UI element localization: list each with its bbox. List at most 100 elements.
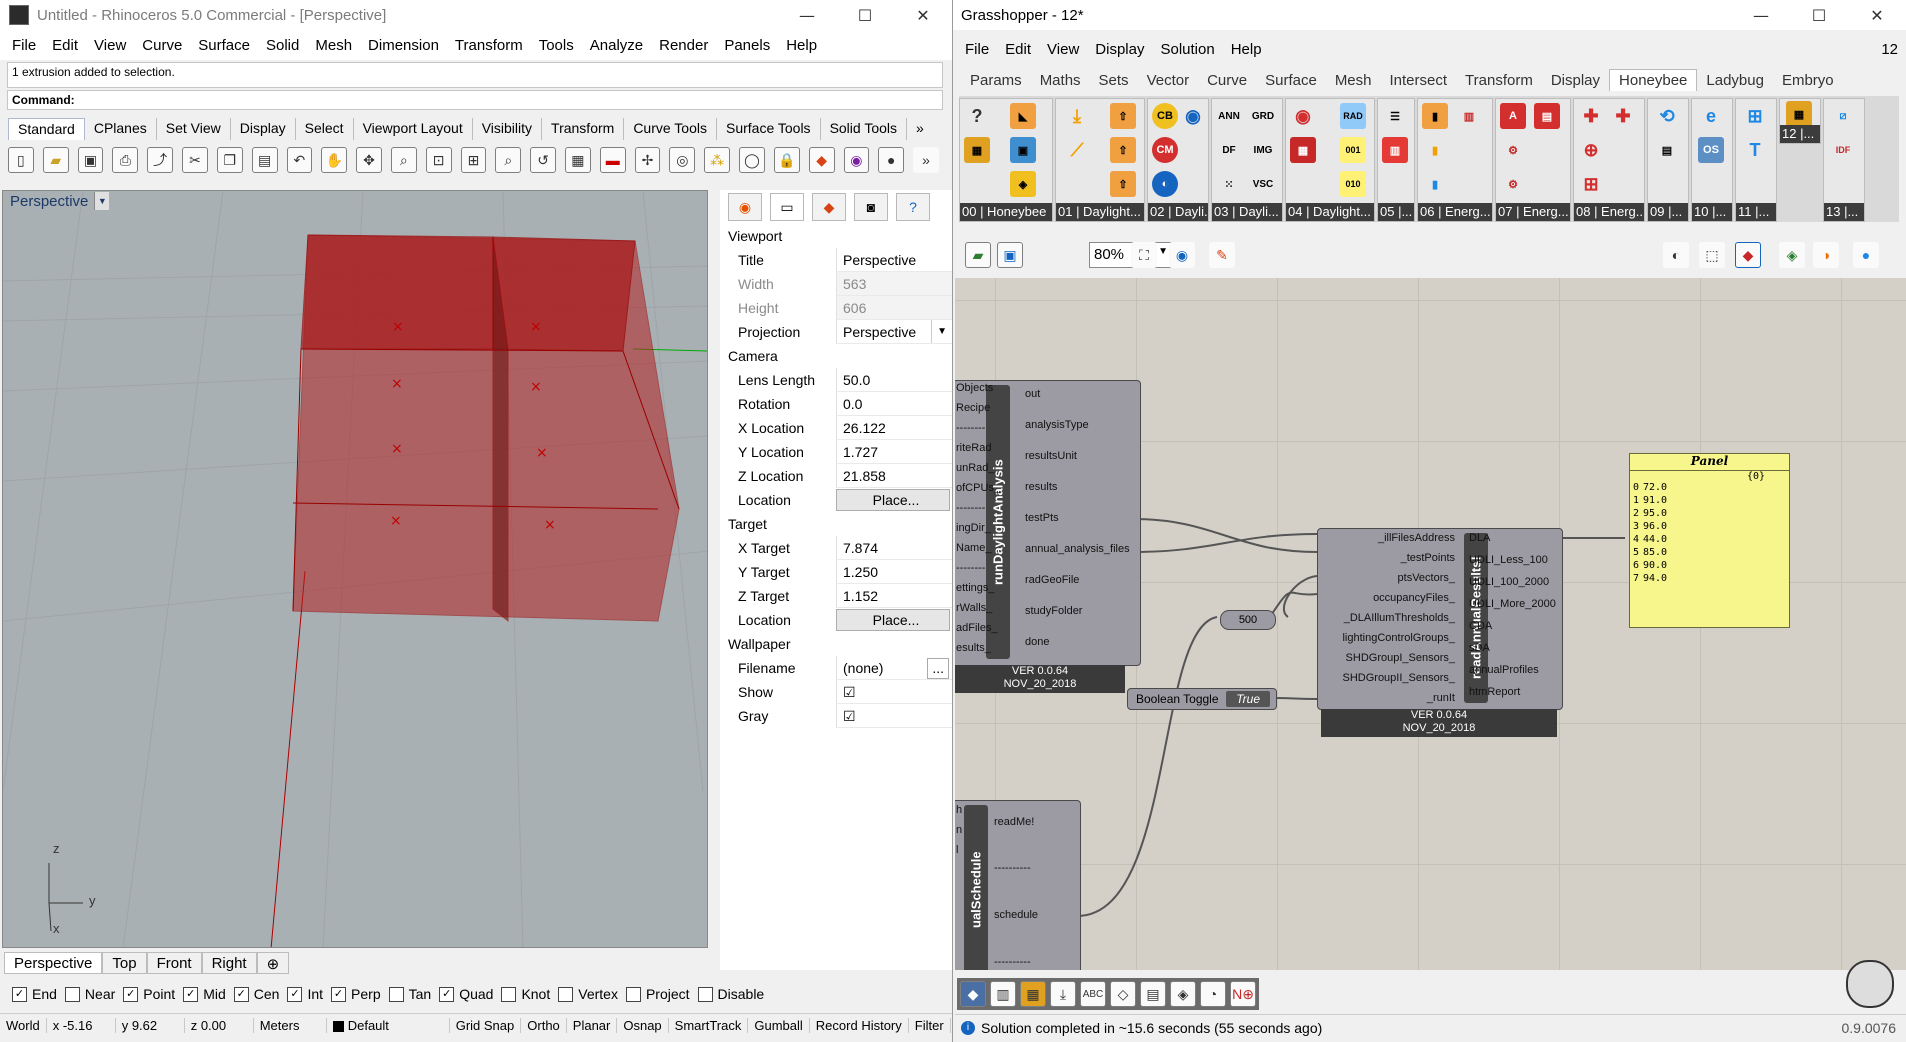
status-filter[interactable]: Filter: [909, 1017, 951, 1033]
group-00-honeybee[interactable]: ? ▦ ◣ ▣ ◈ 00 | Honeybee: [959, 98, 1053, 222]
checkbox-icon[interactable]: [625, 986, 641, 1002]
tab-visibility[interactable]: Visibility: [473, 118, 543, 140]
tab-perspective[interactable]: Perspective: [4, 952, 103, 974]
save-icon[interactable]: ▣: [77, 147, 104, 173]
camera-place-button[interactable]: Place...: [836, 489, 950, 511]
maximize-icon[interactable]: ☐: [1790, 0, 1848, 30]
group-13[interactable]: ⧄ IDF 13 |...: [1823, 98, 1865, 222]
osnap-disable[interactable]: Disable: [697, 986, 764, 1002]
zoom-selected-icon[interactable]: ⌕: [495, 147, 522, 173]
checkbox-icon[interactable]: [388, 986, 404, 1002]
osnap-quad[interactable]: ✓ Quad: [439, 986, 493, 1002]
tab-maths[interactable]: Maths: [1031, 70, 1090, 91]
menu-view[interactable]: View: [86, 37, 134, 54]
checkbox-icon[interactable]: [558, 986, 574, 1002]
plus-doc-icon[interactable]: ⊞: [1578, 171, 1604, 197]
group-03-daylight[interactable]: ANN GRD DF IMG ⁙ VSC 03 | Dayli...: [1211, 98, 1283, 222]
copy-icon[interactable]: ❐: [216, 147, 243, 173]
tab-top[interactable]: Top: [102, 952, 147, 974]
ann-icon[interactable]: ANN: [1216, 103, 1242, 129]
menu-curve[interactable]: Curve: [134, 37, 190, 54]
rotate-view-icon[interactable]: ✥: [356, 147, 382, 173]
group-05[interactable]: ☰ ▥ 05 |...: [1377, 98, 1415, 222]
tab-curve[interactable]: Curve: [1198, 70, 1256, 91]
output-port[interactable]: htmReport: [1469, 686, 1520, 698]
save-icon[interactable]: ▣: [997, 242, 1023, 268]
tab-select[interactable]: Select: [296, 118, 354, 140]
chart-icon[interactable]: ▥: [1382, 137, 1408, 163]
shaded-preview-icon[interactable]: ⬚: [1699, 242, 1725, 268]
group-07-energy[interactable]: A ▤ ⚙ ⚙ 07 | Energ...: [1495, 98, 1571, 222]
output-port[interactable]: ----------: [994, 862, 1031, 874]
tab-params[interactable]: Params: [961, 70, 1031, 91]
gh-menu-help[interactable]: Help: [1223, 41, 1270, 58]
minimize-icon[interactable]: —: [1732, 0, 1790, 30]
tab-curve-tools[interactable]: Curve Tools: [624, 118, 717, 140]
box-icon[interactable]: ◈: [1170, 981, 1196, 1007]
cm-icon[interactable]: CM: [1152, 137, 1178, 163]
checkbox-icon[interactable]: [501, 986, 517, 1002]
data-panel[interactable]: Panel {0} 0 72.0 1 91.0 2 95.0 3 96.0 4 44.0 5 85.0…: [1629, 453, 1790, 628]
checkbox-icon[interactable]: ✓: [183, 986, 199, 1002]
arrow-icon[interactable]: ⟋: [1064, 137, 1090, 163]
browse-button[interactable]: ...: [927, 658, 949, 679]
group-06-energy[interactable]: ▮ ▥ ▮ ▮ 06 | Energ...: [1417, 98, 1493, 222]
output-port[interactable]: DLA: [1469, 532, 1490, 544]
tab-sets[interactable]: Sets: [1090, 70, 1138, 91]
points-icon[interactable]: ⁂: [704, 147, 731, 173]
grd-icon[interactable]: GRD: [1250, 103, 1276, 129]
y-location-field[interactable]: 1.727: [836, 440, 952, 464]
material-icon[interactable]: ◆: [808, 147, 835, 173]
mass-icon[interactable]: ◣: [1010, 103, 1036, 129]
honeybee-icon[interactable]: ▦: [964, 137, 990, 163]
idf-icon[interactable]: IDF: [1830, 137, 1856, 163]
gear-icon[interactable]: ⚙: [1500, 171, 1526, 197]
output-port[interactable]: schedule: [994, 909, 1038, 921]
stack-icon[interactable]: ◈: [1010, 171, 1036, 197]
open-folder-icon[interactable]: ▰: [965, 242, 991, 268]
group-01-daylight[interactable]: ⤓ ⟋ ⇧ ⇧ ⇧ 01 | Daylight...: [1055, 98, 1145, 222]
group-10[interactable]: e OS 10 |...: [1691, 98, 1733, 222]
osnap-cen[interactable]: ✓ Cen: [233, 986, 279, 1002]
checkbox-icon[interactable]: ✓: [439, 986, 455, 1002]
status-grid-snap[interactable]: Grid Snap: [450, 1017, 522, 1033]
schedule-edit-icon[interactable]: ▥: [1456, 103, 1482, 129]
menu-file[interactable]: File: [4, 37, 44, 54]
export-icon[interactable]: ⇧: [1110, 137, 1136, 163]
output-port[interactable]: annual_analysis_files: [1025, 543, 1130, 555]
input-port[interactable]: unRad_: [956, 462, 995, 474]
toggle-value[interactable]: True: [1226, 691, 1270, 707]
input-port[interactable]: adFiles_: [956, 622, 998, 634]
tab-surface[interactable]: Surface: [1256, 70, 1326, 91]
input-port[interactable]: _runIt: [1305, 692, 1455, 704]
ie-icon[interactable]: e: [1698, 103, 1724, 129]
cb-icon[interactable]: CB: [1152, 103, 1178, 129]
wireframe-preview-icon[interactable]: ◐: [1663, 242, 1689, 268]
tab-ladybug[interactable]: Ladybug: [1697, 70, 1773, 91]
lens-field[interactable]: 50.0: [836, 368, 952, 392]
group-02-daylight[interactable]: CB ◉ CM ◐ 02 | Dayli...: [1147, 98, 1209, 222]
draw-icons-icon[interactable]: ◈: [1779, 242, 1805, 268]
output-port[interactable]: radGeoFile: [1025, 574, 1079, 586]
toolbar-overflow-icon[interactable]: »: [913, 147, 939, 173]
zoom-window-icon[interactable]: ⊡: [425, 147, 452, 173]
export-icon[interactable]: ⇧: [1110, 171, 1136, 197]
t-icon[interactable]: T: [1742, 137, 1768, 163]
input-port[interactable]: SHDGroupII_Sensors_: [1305, 672, 1456, 684]
status-layer[interactable]: Default: [327, 1017, 450, 1033]
input-port[interactable]: occupancyFiles_: [1305, 592, 1455, 604]
status-cplane[interactable]: World: [0, 1017, 47, 1033]
status-record-history[interactable]: Record History: [810, 1017, 909, 1033]
tab-transform[interactable]: Transform: [542, 118, 625, 140]
y-target-field[interactable]: 1.250: [836, 560, 952, 584]
menu-panels[interactable]: Panels: [716, 37, 778, 54]
input-port[interactable]: Recipe: [956, 402, 990, 414]
input-port[interactable]: --------: [956, 562, 985, 574]
diamond-icon[interactable]: ◇: [1110, 981, 1136, 1007]
sphere-icon[interactable]: ●: [1853, 242, 1879, 268]
input-port[interactable]: --------: [956, 422, 985, 434]
gray-checkbox[interactable]: ☑: [836, 704, 952, 728]
group-08-energy[interactable]: ✚ ✚ ⊕ ⊞ 08 | Energ...: [1573, 98, 1645, 222]
input-port[interactable]: ingDir_: [956, 522, 991, 534]
status-planar[interactable]: Planar: [567, 1017, 618, 1033]
